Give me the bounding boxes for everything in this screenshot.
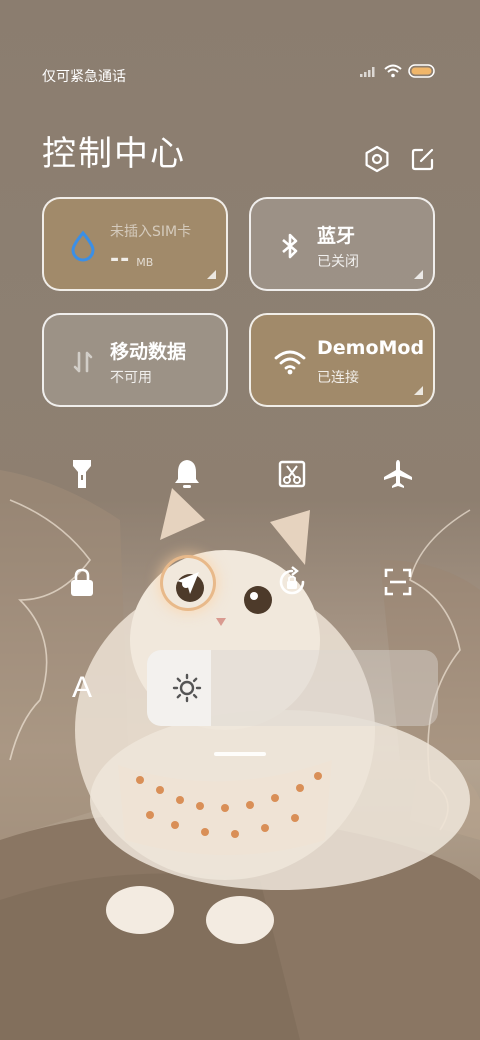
brightness-slider[interactable] [147, 650, 438, 726]
mobile-data-label: 移动数据 [110, 341, 187, 363]
wifi-icon [274, 350, 306, 375]
status-icons [360, 64, 436, 78]
drag-handle[interactable] [214, 752, 266, 756]
wifi-network-name: DemoMod [317, 337, 425, 359]
expand-corner-icon [207, 270, 216, 279]
mobile-data-tile[interactable]: 移动数据 不可用 [42, 313, 228, 407]
bluetooth-icon [282, 233, 298, 259]
screenshot-button[interactable] [268, 450, 316, 498]
font-size-button[interactable]: A [62, 668, 102, 708]
bell-icon [175, 460, 199, 488]
location-icon [177, 572, 199, 594]
screenshot-icon [278, 460, 306, 488]
carrier-status-text: 仅可紧急通话 [42, 69, 126, 85]
data-usage-value: -- MB [110, 247, 153, 272]
wifi-status-icon [384, 64, 402, 78]
flashlight-button[interactable] [58, 450, 106, 498]
rotation-lock-icon [279, 566, 305, 595]
rotation-lock-button[interactable] [268, 558, 316, 606]
settings-icon[interactable] [362, 144, 392, 174]
water-drop-icon [71, 230, 95, 262]
data-usage-unit: MB [136, 256, 154, 269]
wifi-status: 已连接 [317, 370, 359, 386]
page-title: 控制中心 [42, 134, 186, 174]
scan-icon [384, 568, 412, 596]
mobile-data-arrows-icon [73, 351, 93, 373]
airplane-icon [384, 460, 412, 488]
flashlight-icon [73, 460, 91, 488]
airplane-mode-button[interactable] [374, 450, 422, 498]
signal-icon [360, 67, 375, 77]
bluetooth-tile[interactable]: 蓝牙 已关闭 [249, 197, 435, 291]
lock-screen-button[interactable] [58, 558, 106, 606]
data-usage-tile[interactable]: 未插入SIM卡 -- MB [42, 197, 228, 291]
location-button[interactable] [163, 558, 213, 608]
lock-icon [71, 568, 93, 596]
mobile-data-status: 不可用 [110, 370, 152, 386]
scan-button[interactable] [374, 558, 422, 606]
bluetooth-label: 蓝牙 [317, 225, 356, 247]
wifi-tile[interactable]: DemoMod 已连接 [249, 313, 435, 407]
bluetooth-status: 已关闭 [317, 254, 359, 270]
battery-icon [408, 64, 435, 78]
brightness-sun-icon [172, 673, 202, 703]
ring-mode-button[interactable] [163, 450, 211, 498]
sim-status-text: 未插入SIM卡 [110, 224, 192, 240]
expand-corner-icon [414, 270, 423, 279]
expand-corner-icon [414, 386, 423, 395]
data-usage-number: -- [110, 247, 131, 272]
edit-icon[interactable] [408, 144, 438, 174]
